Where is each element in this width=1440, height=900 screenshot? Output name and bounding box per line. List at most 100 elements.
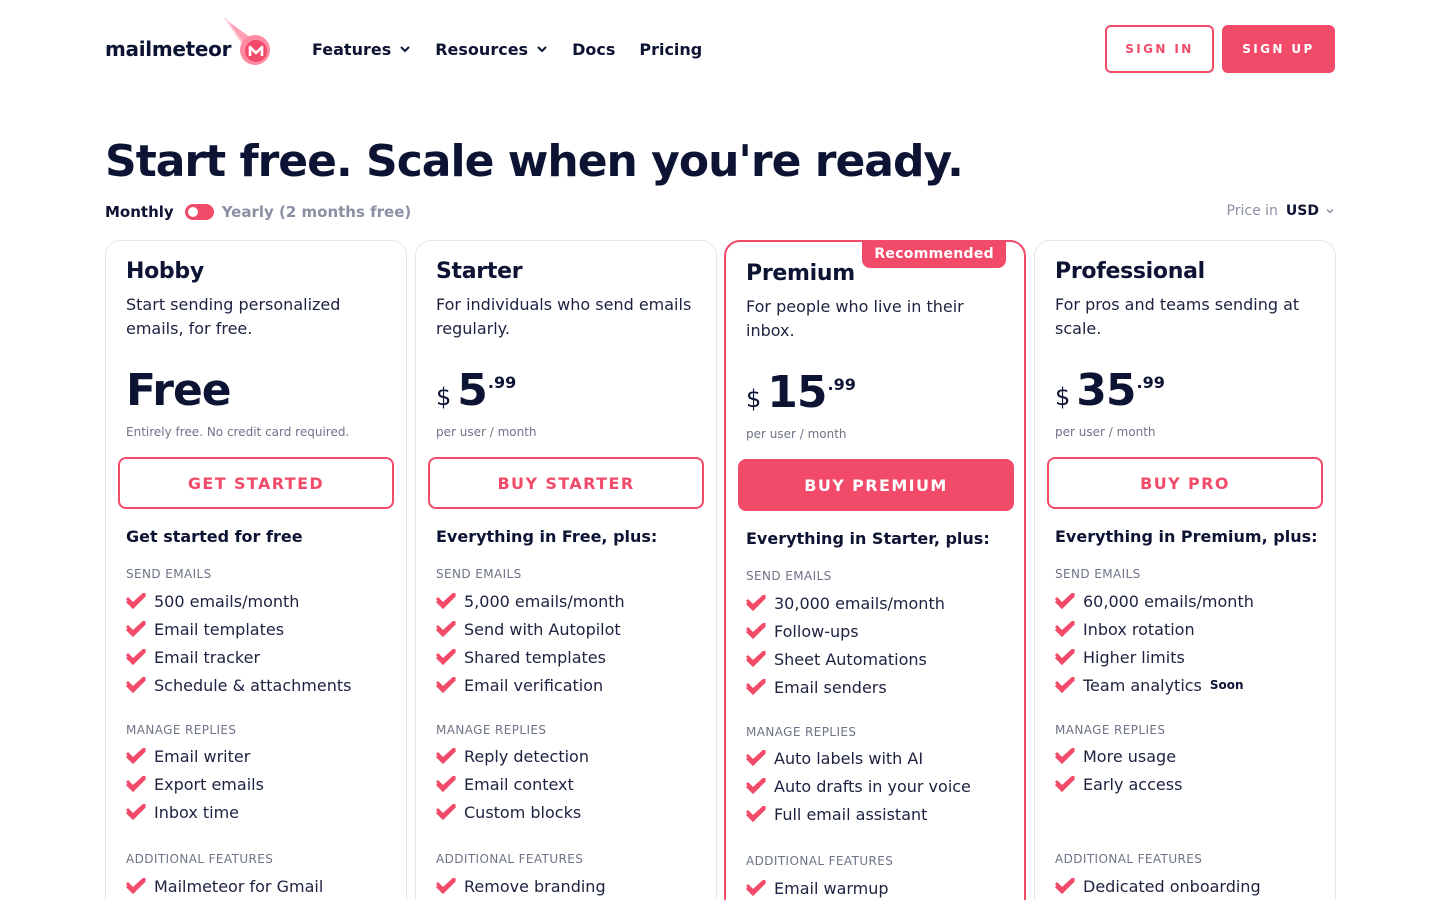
- plan-price: $ 5 .99: [436, 365, 516, 417]
- check-icon: [436, 593, 456, 609]
- feature-text: 60,000 emails/month: [1083, 591, 1254, 611]
- buy-premium-button[interactable]: BUY PREMIUM: [738, 459, 1014, 511]
- check-icon: [436, 621, 456, 637]
- price-note: per user / month: [1055, 425, 1156, 439]
- plan-name: Premium: [746, 261, 855, 286]
- check-icon: [126, 776, 146, 792]
- check-icon: [746, 651, 766, 667]
- get-started-button[interactable]: GET STARTED: [118, 457, 394, 509]
- check-icon: [126, 593, 146, 609]
- price-amount: 35: [1076, 365, 1136, 416]
- plan-card-starter: Starter For individuals who send emails …: [415, 240, 717, 900]
- feature-text: Email verification: [464, 675, 604, 695]
- check-icon: [436, 878, 456, 894]
- feature-item: Inbox time: [126, 800, 239, 824]
- feature-text: Custom blocks: [464, 802, 582, 822]
- billing-toggle[interactable]: [184, 204, 214, 220]
- check-icon: [746, 595, 766, 611]
- currency-label: Price in: [1226, 203, 1278, 219]
- plan-name: Hobby: [126, 259, 204, 284]
- feature-text: Sheet Automations: [774, 649, 927, 669]
- feature-item: Send with Autopilot: [436, 617, 621, 641]
- section-label: ADDITIONAL FEATURES: [436, 852, 584, 866]
- currency-symbol: $: [746, 385, 762, 413]
- feature-text: Inbox rotation: [1083, 619, 1195, 639]
- section-label: ADDITIONAL FEATURES: [126, 852, 274, 866]
- check-icon: [746, 806, 766, 822]
- price-free: Free: [126, 365, 232, 416]
- nav-features[interactable]: Features: [312, 37, 411, 61]
- soon-badge: Soon: [1209, 678, 1244, 692]
- feature-text: Email context: [464, 774, 574, 794]
- toggle-knob: [187, 207, 198, 217]
- feature-item: Remove branding: [436, 874, 606, 898]
- feature-item: Follow-ups: [746, 619, 859, 643]
- feature-text: Auto drafts in your voice: [774, 776, 971, 796]
- mailmeteor-logo[interactable]: mailmeteor: [105, 14, 270, 70]
- section-label: MANAGE REPLIES: [126, 723, 237, 737]
- plan-card-premium: Recommended Premium For people who live …: [724, 240, 1026, 900]
- feature-item: Dedicated onboarding: [1055, 874, 1261, 898]
- section-label: SEND EMAILS: [126, 567, 212, 581]
- feature-item: Auto drafts in your voice: [746, 774, 971, 798]
- check-icon: [746, 778, 766, 794]
- plan-card-professional: Professional For pros and teams sending …: [1034, 240, 1336, 900]
- site-header: mailmeteor Features Resources Docs Prici…: [0, 0, 1440, 100]
- billing-yearly-label[interactable]: Yearly (2 months free): [222, 203, 412, 221]
- feature-text: Email tracker: [154, 647, 261, 667]
- check-icon: [436, 776, 456, 792]
- price-cents: .99: [487, 373, 517, 392]
- check-icon: [436, 649, 456, 665]
- feature-item: Email tracker: [126, 645, 260, 669]
- nav-docs[interactable]: Docs: [572, 37, 615, 61]
- feature-item: Early access: [1055, 772, 1182, 796]
- section-label: SEND EMAILS: [436, 567, 522, 581]
- feature-text: Mailmeteor for Gmail: [154, 876, 324, 896]
- feature-text: Dedicated onboarding: [1083, 876, 1261, 896]
- currency-symbol: $: [436, 383, 452, 411]
- check-icon: [1055, 677, 1075, 693]
- feature-item: Higher limits: [1055, 645, 1185, 669]
- feature-item: Inbox rotation: [1055, 617, 1195, 641]
- check-icon: [746, 750, 766, 766]
- check-icon: [436, 748, 456, 764]
- feature-text: Email senders: [774, 677, 887, 697]
- buy-starter-button[interactable]: BUY STARTER: [428, 457, 704, 509]
- plan-price: $ 15 .99: [746, 367, 856, 419]
- nav-pricing[interactable]: Pricing: [639, 37, 702, 61]
- nav-resources[interactable]: Resources: [435, 37, 548, 61]
- section-label: MANAGE REPLIES: [1055, 723, 1166, 737]
- feature-item: 500 emails/month: [126, 589, 299, 613]
- sign-up-button[interactable]: SIGN UP: [1222, 25, 1335, 73]
- billing-monthly-label[interactable]: Monthly: [105, 203, 174, 221]
- feature-text: Early access: [1083, 774, 1183, 794]
- section-label: ADDITIONAL FEATURES: [1055, 852, 1203, 866]
- check-icon: [126, 878, 146, 894]
- check-icon: [126, 621, 146, 637]
- price-note: per user / month: [746, 427, 847, 441]
- feature-text: Team analytics: [1083, 675, 1202, 695]
- feature-item: Email context: [436, 772, 574, 796]
- feature-item: Team analytics Soon: [1055, 673, 1244, 697]
- feature-text: 500 emails/month: [154, 591, 300, 611]
- currency-value: USD: [1285, 203, 1319, 219]
- check-icon: [746, 880, 766, 896]
- feature-item: 30,000 emails/month: [746, 591, 945, 615]
- plan-card-hobby: Hobby Start sending personalized emails,…: [105, 240, 407, 900]
- price-cents: .99: [827, 375, 856, 394]
- nav-features-label: Features: [312, 39, 392, 59]
- feature-text: Shared templates: [464, 647, 606, 667]
- feature-text: Full email assistant: [774, 804, 928, 824]
- billing-period-switch: Monthly Yearly (2 months free): [105, 202, 411, 222]
- buy-pro-button[interactable]: BUY PRO: [1047, 457, 1323, 509]
- feature-item: Email senders: [746, 675, 887, 699]
- sign-in-button[interactable]: SIGN IN: [1105, 25, 1214, 73]
- feature-text: Schedule & attachments: [154, 675, 352, 695]
- feature-item: Sheet Automations: [746, 647, 927, 671]
- currency-selector[interactable]: Price in USD: [1227, 203, 1335, 219]
- check-icon: [126, 748, 146, 764]
- feature-item: More usage: [1055, 744, 1176, 768]
- feature-text: Export emails: [154, 774, 264, 794]
- feature-item: Export emails: [126, 772, 264, 796]
- section-label: MANAGE REPLIES: [746, 725, 857, 739]
